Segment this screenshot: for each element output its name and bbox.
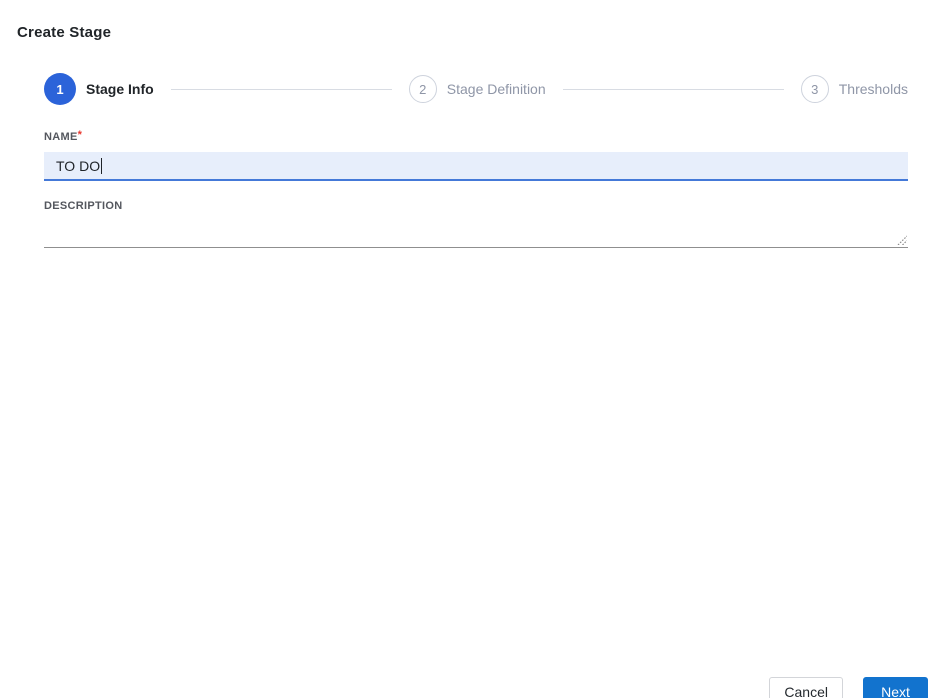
stage-info-form: NAME* TO DO DESCRIPTION — [44, 127, 908, 248]
name-field-label: NAME — [44, 131, 78, 143]
step-connector-line — [562, 88, 784, 90]
dialog-footer: Cancel Next — [769, 677, 928, 698]
next-button[interactable]: Next — [863, 677, 928, 698]
step-2-label: Stage Definition — [446, 81, 546, 97]
name-input-value: TO DO — [56, 157, 101, 174]
step-3-circle[interactable]: 3 — [800, 75, 829, 103]
text-cursor-caret — [101, 157, 103, 174]
step-1-circle[interactable]: 1 — [44, 73, 76, 105]
step-3-label: Thresholds — [838, 81, 908, 97]
textarea-resize-handle-icon[interactable] — [897, 235, 907, 245]
cancel-button[interactable]: Cancel — [769, 677, 843, 698]
wizard-stepper: 1 Stage Info 2 Stage Definition 3 Thresh… — [44, 73, 908, 105]
description-textarea[interactable] — [44, 218, 908, 248]
step-1-label: Stage Info — [86, 81, 154, 97]
description-field-label: DESCRIPTION — [44, 200, 123, 212]
required-asterisk: * — [77, 129, 82, 141]
step-connector-line — [170, 88, 392, 90]
step-2-circle[interactable]: 2 — [408, 75, 437, 103]
name-input[interactable]: TO DO — [44, 152, 908, 181]
page-title: Create Stage — [17, 24, 112, 41]
name-field-label-row: NAME* — [44, 127, 908, 145]
